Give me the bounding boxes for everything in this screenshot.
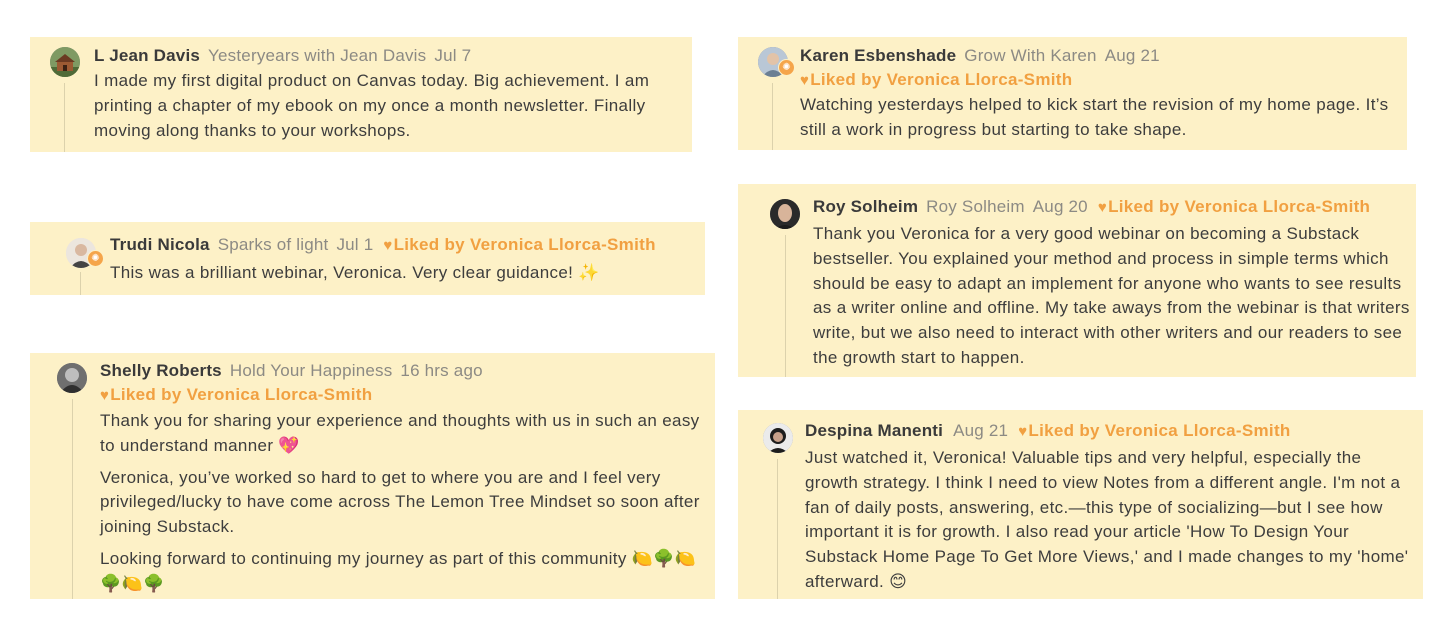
note-date[interactable]: Aug 21 (1105, 46, 1160, 65)
thread-line (772, 83, 773, 150)
note-date[interactable]: Jul 7 (434, 46, 471, 65)
author-avatar[interactable] (57, 363, 87, 393)
person-photo-icon (57, 363, 87, 393)
thread-line (80, 272, 81, 295)
heart-icon: ♥ (1018, 423, 1028, 440)
note-paragraph: Veronica, you’ve worked so hard to get t… (100, 467, 700, 537)
liked-by-label: ♥Liked by Veronica Llorca-Smith (100, 385, 373, 404)
note-header: Karen Esbenshade Grow With Karen Aug 21 (800, 44, 1400, 68)
house-photo-icon (50, 47, 80, 77)
thread-line (777, 459, 778, 599)
liked-by-label: ♥Liked by Veronica Llorca-Smith (1097, 197, 1371, 216)
note-card-trudi-nicola: ✺ Trudi Nicola Sparks of light Jul 1 ♥Liked… (30, 222, 705, 295)
heart-icon: ♥ (383, 237, 393, 254)
note-card-despina-manenti: Despina Manenti Aug 21 ♥Liked by Veronica … (738, 410, 1423, 599)
heart-icon: ♥ (100, 387, 110, 404)
publication-name[interactable]: Sparks of light (218, 235, 329, 254)
note-header: Roy Solheim Roy Solheim Aug 20 ♥Liked by Ve… (813, 195, 1411, 220)
bestseller-badge-icon: ✺ (87, 250, 104, 267)
author-avatar[interactable] (770, 199, 800, 229)
note-header: L Jean Davis Yesteryears with Jean Davis J… (94, 44, 679, 68)
note-body: This was a brilliant webinar, Veronica. … (110, 263, 600, 282)
note-header: Trudi Nicola Sparks of light Jul 1 ♥Liked b… (110, 233, 700, 258)
note-card-roy-solheim: Roy Solheim Roy Solheim Aug 20 ♥Liked by Ve… (738, 184, 1416, 377)
note-date[interactable]: 16 hrs ago (400, 361, 482, 380)
note-date[interactable]: Jul 1 (336, 235, 373, 254)
person-photo-icon (770, 199, 800, 229)
author-name[interactable]: Roy Solheim (813, 197, 918, 216)
author-name[interactable]: Shelly Roberts (100, 361, 222, 380)
note-header: Shelly Roberts Hold Your Happiness 16 hrs … (100, 359, 700, 383)
heart-icon: ♥ (1097, 199, 1108, 216)
author-avatar[interactable] (763, 423, 793, 453)
note-card-shelly-roberts: Shelly Roberts Hold Your Happiness 16 hrs … (30, 353, 715, 599)
thread-line (72, 399, 73, 599)
note-body: Just watched it, Veronica! Valuable tips… (805, 448, 1409, 591)
person-photo-icon (763, 423, 793, 453)
liked-by-label: ♥Liked by Veronica Llorca-Smith (1018, 421, 1291, 440)
author-name[interactable]: Karen Esbenshade (800, 46, 956, 65)
note-header: Despina Manenti Aug 21 ♥Liked by Veronica … (805, 419, 1410, 444)
note-paragraph: Looking forward to continuing my journey… (100, 548, 697, 593)
note-date[interactable]: Aug 21 (953, 421, 1008, 440)
author-name[interactable]: Despina Manenti (805, 421, 943, 440)
heart-icon: ♥ (800, 72, 810, 89)
liked-by-label: ♥Liked by Veronica Llorca-Smith (800, 70, 1073, 89)
publication-name[interactable]: Grow With Karen (964, 46, 1096, 65)
author-name[interactable]: L Jean Davis (94, 46, 200, 65)
thread-line (785, 235, 786, 377)
note-paragraph: Thank you for sharing your experience an… (100, 411, 700, 455)
note-body: Thank you Veronica for a very good webin… (813, 224, 1410, 367)
note-body: I made my first digital product on Canva… (94, 71, 650, 140)
note-date[interactable]: Aug 20 (1033, 197, 1088, 216)
thread-line (64, 83, 65, 152)
liked-by-label: ♥Liked by Veronica Llorca-Smith (383, 235, 656, 254)
publication-name[interactable]: Hold Your Happiness (230, 361, 393, 380)
publication-name[interactable]: Roy Solheim (926, 197, 1025, 216)
note-body: Watching yesterdays helped to kick start… (800, 95, 1389, 139)
publication-name[interactable]: Yesteryears with Jean Davis (208, 46, 426, 65)
author-name[interactable]: Trudi Nicola (110, 235, 210, 254)
author-avatar[interactable] (50, 47, 80, 77)
note-card-karen-esbenshade: ✺ Karen Esbenshade Grow With Karen Aug 21 … (738, 37, 1407, 150)
bestseller-badge-icon: ✺ (778, 59, 795, 76)
note-card-jean-davis: L Jean Davis Yesteryears with Jean Davis J… (30, 37, 692, 152)
